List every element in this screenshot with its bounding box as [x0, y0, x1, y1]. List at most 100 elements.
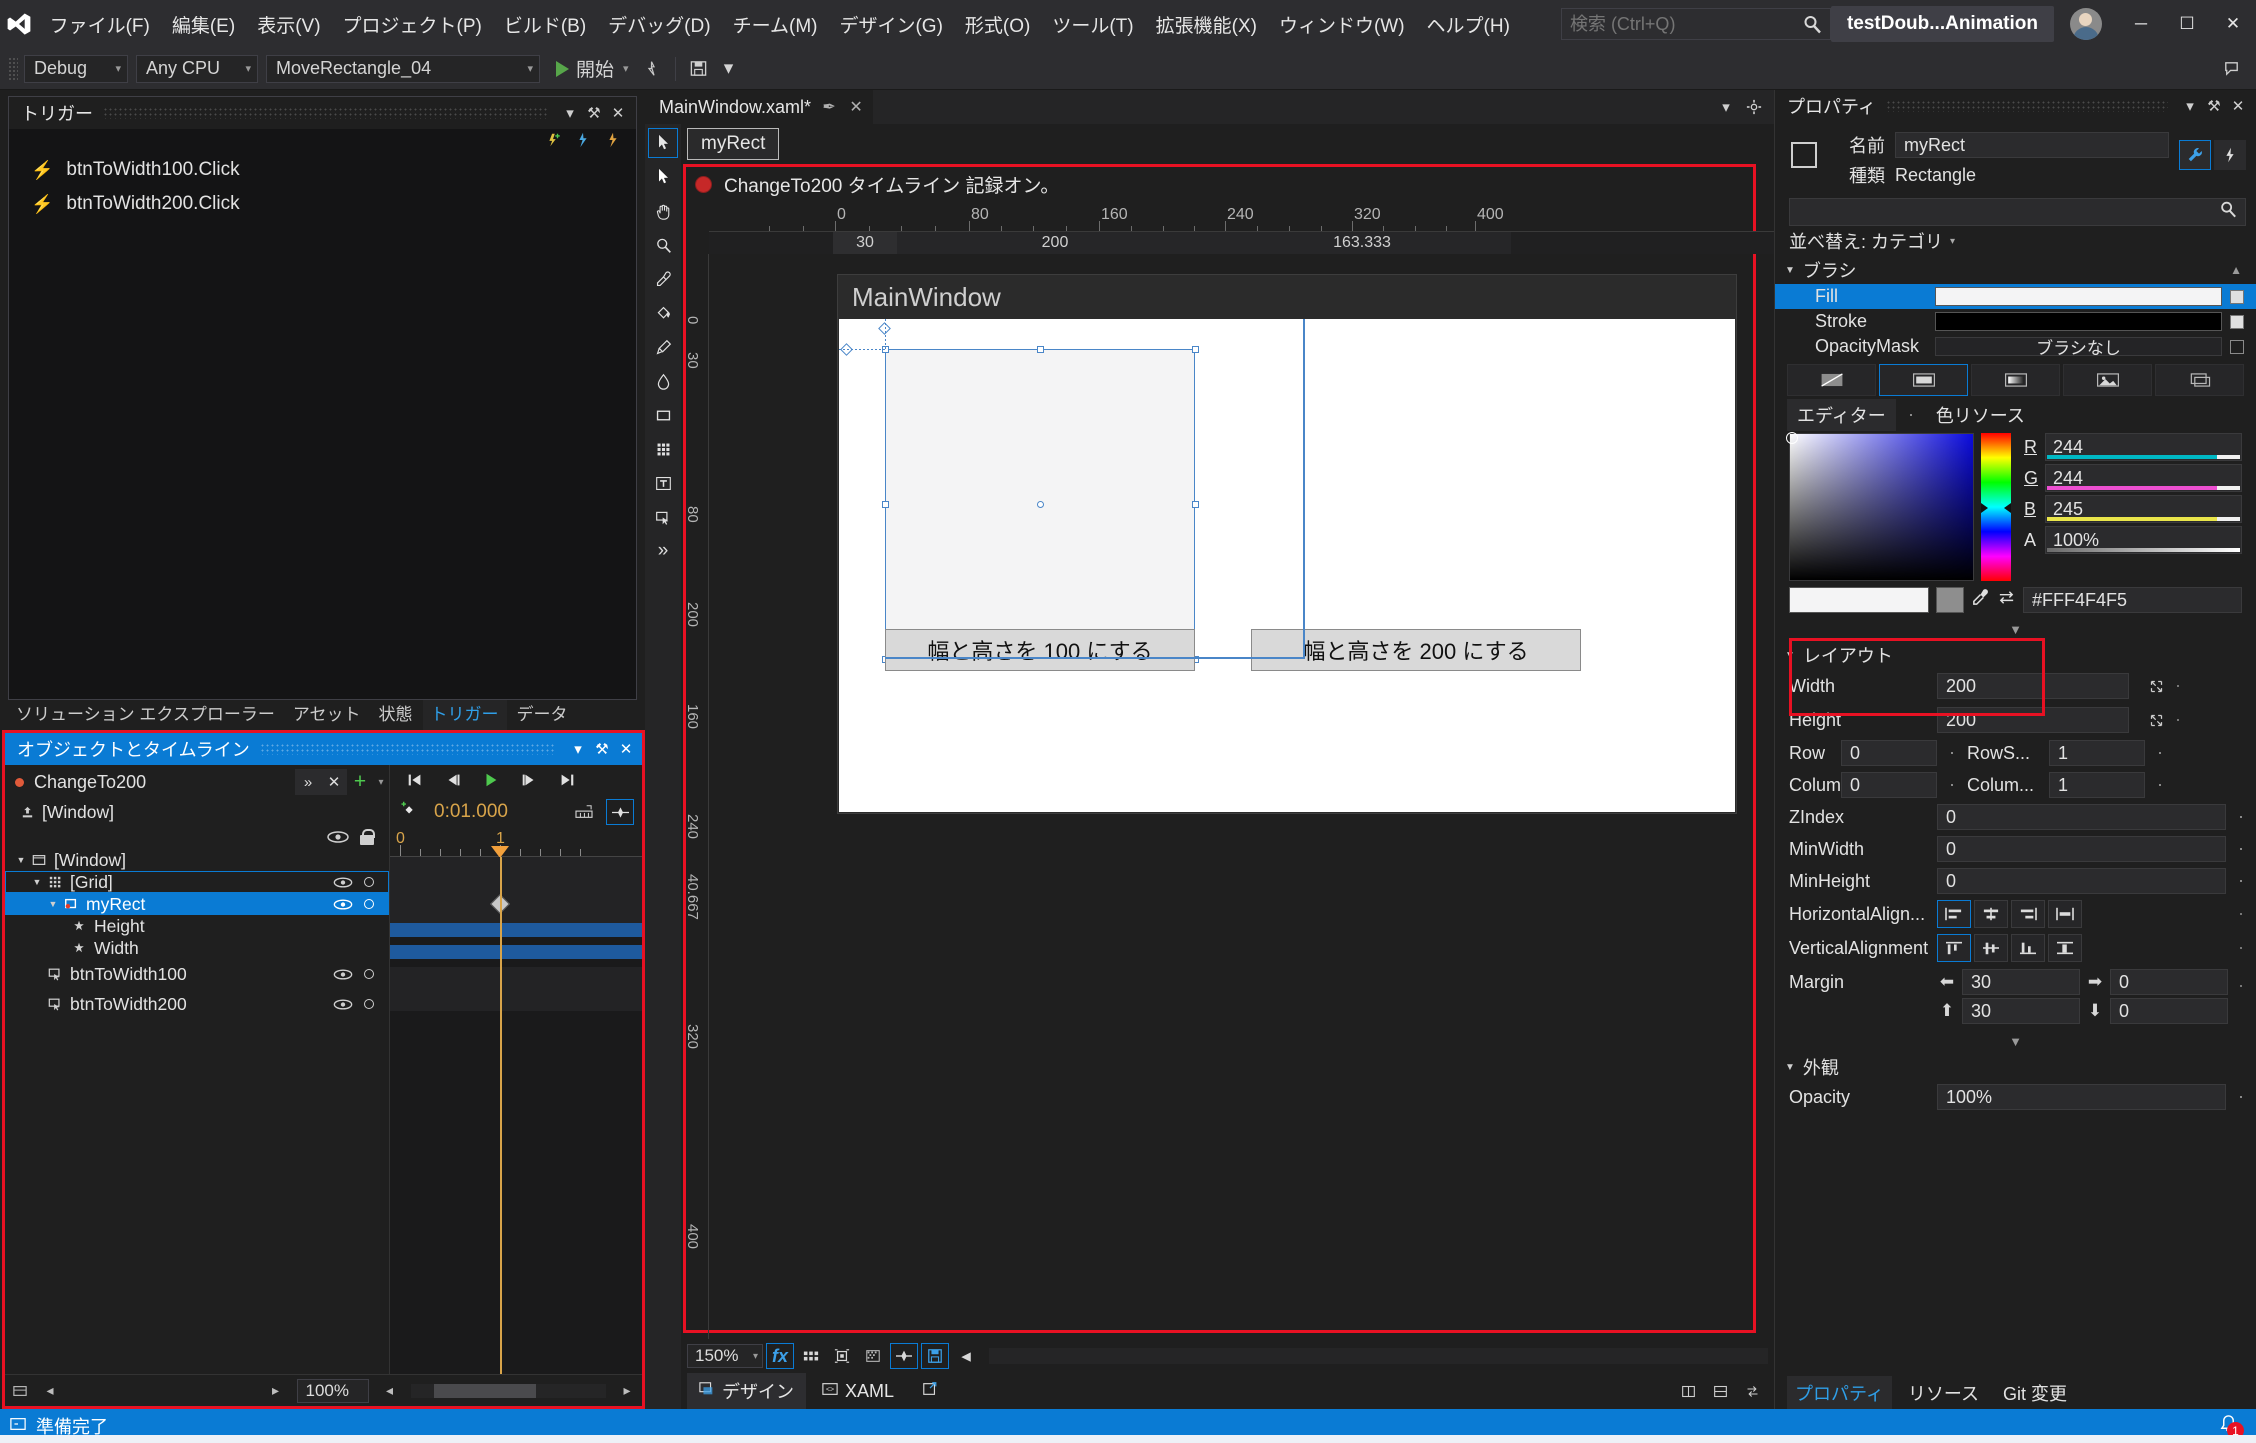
- platform-combo[interactable]: Any CPU ▾: [136, 54, 258, 83]
- toolbar-overflow-icon[interactable]: ▾: [714, 54, 744, 84]
- resize-handle-ml[interactable]: [882, 501, 889, 508]
- tree-row-myrect[interactable]: ▼ myRect: [5, 893, 389, 915]
- save-state-icon[interactable]: [921, 1343, 949, 1369]
- timeline-tracks[interactable]: [390, 857, 642, 1374]
- hue-slider[interactable]: [1981, 433, 2011, 581]
- more-tools-icon[interactable]: »: [647, 535, 679, 567]
- timeline-collapse-button[interactable]: ▾: [566, 737, 590, 761]
- zindex-advanced-toggle[interactable]: [2240, 816, 2242, 818]
- opacity-advanced-toggle[interactable]: [2240, 1096, 2242, 1098]
- skip-to-end-button[interactable]: [556, 769, 578, 791]
- tab-states[interactable]: 状態: [371, 696, 421, 730]
- brush-section-expand-more[interactable]: ▼: [1775, 617, 2256, 641]
- selected-object-chip[interactable]: myRect: [687, 128, 780, 160]
- grid-icon[interactable]: [797, 1343, 825, 1369]
- column-input[interactable]: 0: [1841, 772, 1937, 798]
- valign-advanced-toggle[interactable]: [2240, 947, 2242, 949]
- menu-extensions[interactable]: 拡張機能(X): [1145, 0, 1268, 48]
- tab-triggers[interactable]: トリガー: [422, 696, 507, 730]
- a-input[interactable]: 100%: [2045, 526, 2242, 554]
- minimize-button[interactable]: ─: [2118, 0, 2164, 48]
- maximize-button[interactable]: ☐: [2164, 0, 2210, 48]
- gear-icon[interactable]: [1742, 95, 1766, 119]
- eyedropper-tool[interactable]: [647, 263, 679, 295]
- tree-row-grid[interactable]: ▼ [Grid]: [5, 871, 389, 893]
- play-button[interactable]: [480, 769, 502, 791]
- timeline-scroll-right-icon[interactable]: ▸: [612, 1378, 642, 1404]
- snap-to-grid-icon[interactable]: [570, 799, 598, 825]
- split-horizontal-icon[interactable]: [1674, 1378, 1702, 1404]
- tab-properties[interactable]: プロパティ: [1787, 1376, 1892, 1410]
- avatar[interactable]: [2070, 8, 2102, 40]
- artboard-stage[interactable]: 0 30 80 200 160 240 40.667 320 400 MainW…: [681, 254, 1774, 1339]
- control-tool[interactable]: [647, 501, 679, 533]
- selection-tool[interactable]: [647, 127, 679, 159]
- storyboard-name[interactable]: ChangeTo200: [34, 772, 146, 793]
- brush-section-header[interactable]: ▼ ブラシ ▲: [1775, 256, 2256, 284]
- lock-toggle-icon[interactable]: [364, 899, 374, 909]
- align-center-icon[interactable]: [1974, 900, 2008, 928]
- properties-search-input[interactable]: [1798, 202, 2219, 222]
- fill-advanced-toggle[interactable]: [2230, 289, 2244, 304]
- eye-icon[interactable]: [333, 968, 353, 980]
- designer-horizontal-scrollbar[interactable]: [989, 1348, 1768, 1364]
- menu-file[interactable]: ファイル(F): [39, 0, 161, 48]
- global-search-box[interactable]: [1560, 8, 1831, 40]
- close-icon[interactable]: ✕: [847, 97, 865, 117]
- menu-help[interactable]: ヘルプ(H): [1416, 0, 1521, 48]
- row-input[interactable]: 0: [1841, 740, 1937, 766]
- timeline-horizontal-scrollbar[interactable]: [410, 1383, 606, 1398]
- trigger-panel-pin-button[interactable]: ⚒: [582, 101, 606, 125]
- tree-row-window[interactable]: ▼ [Window]: [5, 849, 389, 871]
- properties-close-button[interactable]: ✕: [2226, 94, 2250, 118]
- trigger-item[interactable]: ⚡ btnToWidth100.Click: [9, 153, 636, 187]
- valign-top-icon[interactable]: [1937, 934, 1971, 962]
- tab-xaml-view[interactable]: <> XAML: [810, 1376, 906, 1407]
- document-tab-mainwindow[interactable]: MainWindow.xaml* ✒ ✕: [645, 90, 874, 124]
- hue-slider-thumb[interactable]: [1981, 502, 2011, 513]
- tree-row-btn100[interactable]: btnToWidth100: [5, 959, 389, 989]
- margin-anchor-icon[interactable]: [878, 322, 891, 335]
- resize-handle-mr[interactable]: [1192, 501, 1199, 508]
- margin-advanced-toggle[interactable]: [2240, 985, 2242, 987]
- properties-collapse-button[interactable]: ▾: [2178, 94, 2202, 118]
- keyframe-resolution-icon[interactable]: [606, 799, 634, 825]
- color-cursor[interactable]: [1786, 432, 1798, 444]
- center-origin-handle[interactable]: [1037, 501, 1044, 508]
- snap-to-object-icon[interactable]: [828, 1343, 856, 1369]
- image-brush-icon[interactable]: [2063, 364, 2152, 396]
- new-storyboard-button[interactable]: +: [347, 769, 373, 795]
- collapse-chevron-icon[interactable]: ▲: [2230, 263, 2256, 277]
- appearance-section-header[interactable]: ▼ 外観: [1775, 1053, 2256, 1081]
- current-color-swatch[interactable]: [1789, 587, 1929, 613]
- properties-search-box[interactable]: [1789, 198, 2246, 226]
- opacitymask-advanced-toggle[interactable]: [2230, 339, 2244, 354]
- menu-view[interactable]: 表示(V): [246, 0, 331, 48]
- minwidth-input[interactable]: 0: [1937, 836, 2226, 862]
- close-button[interactable]: ✕: [2210, 0, 2256, 48]
- resize-handle-tc[interactable]: [1037, 346, 1044, 353]
- b-input[interactable]: 245: [2045, 495, 2242, 523]
- rowspan-input[interactable]: 1: [2049, 740, 2145, 766]
- start-debug-button[interactable]: 開始 ▾: [548, 54, 637, 84]
- direct-selection-tool[interactable]: [647, 161, 679, 193]
- layout-section-header[interactable]: ▼ レイアウト: [1775, 641, 2256, 669]
- menu-team[interactable]: チーム(M): [722, 0, 829, 48]
- tab-data[interactable]: データ: [509, 696, 576, 730]
- toolbar-grip[interactable]: [8, 56, 18, 81]
- skip-to-start-button[interactable]: [404, 769, 426, 791]
- tree-row-height[interactable]: Height: [5, 915, 389, 937]
- document-collapse-icon[interactable]: ▾: [1714, 95, 1738, 119]
- preview-button-200[interactable]: 幅と高さを 200 にする: [1251, 629, 1581, 671]
- minwidth-advanced-toggle[interactable]: [2240, 848, 2242, 850]
- tab-color-resources[interactable]: 色リソース: [1926, 399, 2035, 431]
- auto-size-width-icon[interactable]: [2143, 679, 2169, 694]
- stroke-swatch[interactable]: [1935, 312, 2222, 331]
- menu-edit[interactable]: 編集(E): [161, 0, 246, 48]
- text-tool[interactable]: [647, 467, 679, 499]
- paint-bucket-tool[interactable]: [647, 297, 679, 329]
- horizontal-ruler[interactable]: 0 80 160 240 320 400: [709, 204, 1774, 232]
- expander-icon[interactable]: ▼: [29, 877, 45, 887]
- margin-right-input[interactable]: 0: [2110, 969, 2228, 995]
- storyboard-close-button[interactable]: ✕: [321, 769, 347, 795]
